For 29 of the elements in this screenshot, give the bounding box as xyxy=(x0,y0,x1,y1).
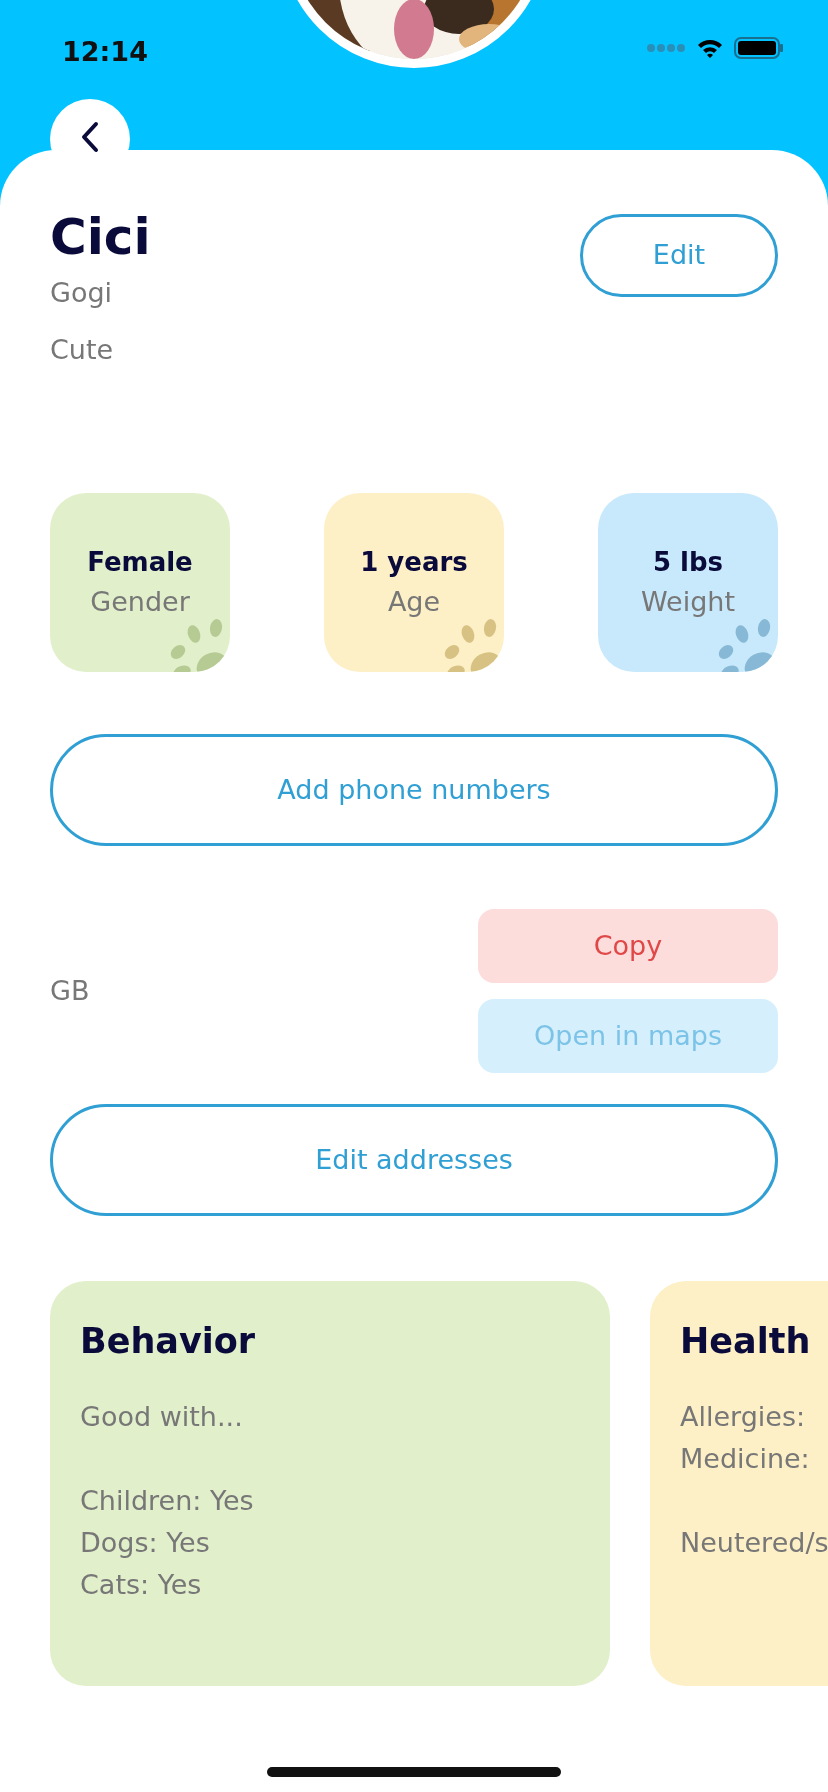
battery-icon xyxy=(734,36,784,60)
pet-name: Cici xyxy=(50,210,151,265)
stat-label: Gender xyxy=(90,584,190,619)
edit-addresses-button[interactable]: Edit addresses xyxy=(50,1104,778,1216)
add-phone-button[interactable]: Add phone numbers xyxy=(50,734,778,846)
info-card-title: Health xyxy=(680,1320,812,1363)
wifi-icon xyxy=(696,37,724,59)
address-action-button[interactable]: Copy xyxy=(478,909,778,983)
pet-description: Cute xyxy=(50,332,115,367)
stat-value: Female xyxy=(87,545,193,579)
info-line: Medicine: xyxy=(680,1441,811,1476)
stat-label: Weight xyxy=(640,584,736,619)
info-line: Good with... xyxy=(80,1399,244,1434)
info-line: Allergies: xyxy=(680,1399,807,1434)
stat-value: 5 lbs xyxy=(652,545,724,579)
info-card-title: Behavior xyxy=(80,1320,257,1363)
stat-value: 1 years xyxy=(360,545,468,579)
info-line: Children: Yes xyxy=(80,1483,255,1518)
pet-breed: Gogi xyxy=(50,276,114,310)
status-time: 12:14 xyxy=(62,35,148,69)
signal-icon xyxy=(646,43,686,53)
info-line: Neutered/s xyxy=(680,1525,828,1560)
address-action-button[interactable]: Open in maps xyxy=(478,999,778,1073)
stat-label: Age xyxy=(387,584,441,619)
address-country: GB xyxy=(50,973,90,1008)
back-icon xyxy=(80,121,100,153)
edit-button[interactable]: Edit xyxy=(580,214,778,297)
info-line: Dogs: Yes xyxy=(80,1525,211,1560)
info-line: Cats: Yes xyxy=(80,1567,203,1602)
